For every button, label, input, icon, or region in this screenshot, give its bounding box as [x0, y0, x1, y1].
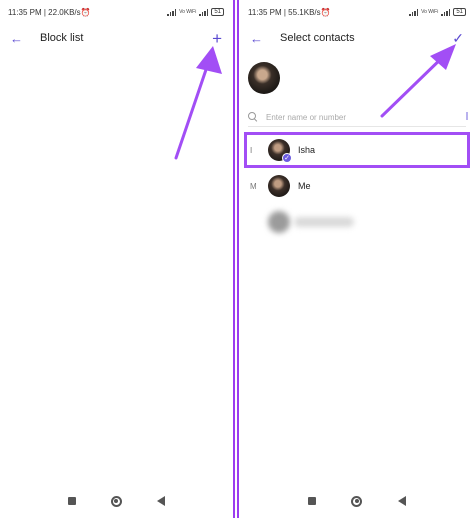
status-icons: Vo WiFi 51 — [167, 8, 224, 16]
home-icon[interactable] — [351, 495, 363, 507]
alarm-icon: ⏰ — [80, 7, 91, 17]
status-bar: 11:35 PM | 55.1KB/s ⏰ Vo WiFi 51 — [240, 0, 474, 24]
page-title: Select contacts — [280, 32, 355, 44]
contact-row-me[interactable]: M Me — [240, 168, 474, 204]
signal-icon — [167, 8, 177, 16]
highlight-box — [244, 132, 470, 168]
home-icon[interactable] — [110, 495, 122, 507]
avatar — [268, 175, 290, 197]
search-input[interactable] — [266, 112, 416, 122]
status-bar: 11:35 PM | 22.0KB/s ⏰ Vo WiFi 51 — [0, 0, 232, 24]
recents-icon[interactable] — [67, 497, 76, 505]
back-nav-icon[interactable] — [156, 496, 165, 506]
nav-bar — [0, 484, 232, 518]
section-letter: M — [250, 181, 257, 191]
contact-name: Me — [298, 181, 311, 191]
battery-icon: 51 — [211, 8, 224, 16]
battery-icon: 51 — [453, 8, 466, 16]
back-nav-icon[interactable] — [398, 496, 407, 506]
plus-icon[interactable]: + — [212, 30, 222, 47]
vowifi-label: Vo WiFi — [421, 8, 439, 15]
status-time: 11:35 PM | 22.0KB/s — [8, 7, 81, 17]
search-bar — [248, 108, 466, 126]
avatar — [268, 211, 290, 233]
recents-icon[interactable] — [307, 497, 316, 505]
arrow-left-icon[interactable]: ← — [10, 31, 26, 46]
alarm-icon: ⏰ — [320, 7, 331, 17]
app-bar: ← Block list + — [0, 24, 232, 52]
status-time: 11:35 PM | 55.1KB/s — [248, 7, 321, 17]
scroll-index[interactable] — [466, 112, 468, 120]
select-contacts-screen: 11:35 PM | 55.1KB/s ⏰ Vo WiFi 51 ← Selec… — [240, 0, 474, 518]
signal-icon-2 — [441, 8, 451, 16]
search-icon — [248, 112, 258, 122]
vowifi-label: Vo WiFi — [179, 8, 197, 15]
status-icons: Vo WiFi 51 — [409, 8, 466, 16]
contact-row-blurred[interactable] — [240, 204, 474, 240]
nav-bar — [240, 484, 474, 518]
search-underline — [248, 126, 466, 127]
app-bar: ← Select contacts ✓ — [240, 24, 474, 52]
avatar[interactable] — [248, 62, 280, 94]
signal-icon — [409, 8, 419, 16]
blurred-name — [294, 217, 354, 227]
signal-icon-2 — [199, 8, 209, 16]
block-list-screen: 11:35 PM | 22.0KB/s ⏰ Vo WiFi 51 ← Block… — [0, 0, 232, 518]
page-title: Block list — [40, 32, 84, 44]
panel-divider — [232, 0, 240, 518]
checkmark-icon[interactable]: ✓ — [452, 30, 464, 47]
arrow-left-icon[interactable]: ← — [250, 31, 266, 46]
